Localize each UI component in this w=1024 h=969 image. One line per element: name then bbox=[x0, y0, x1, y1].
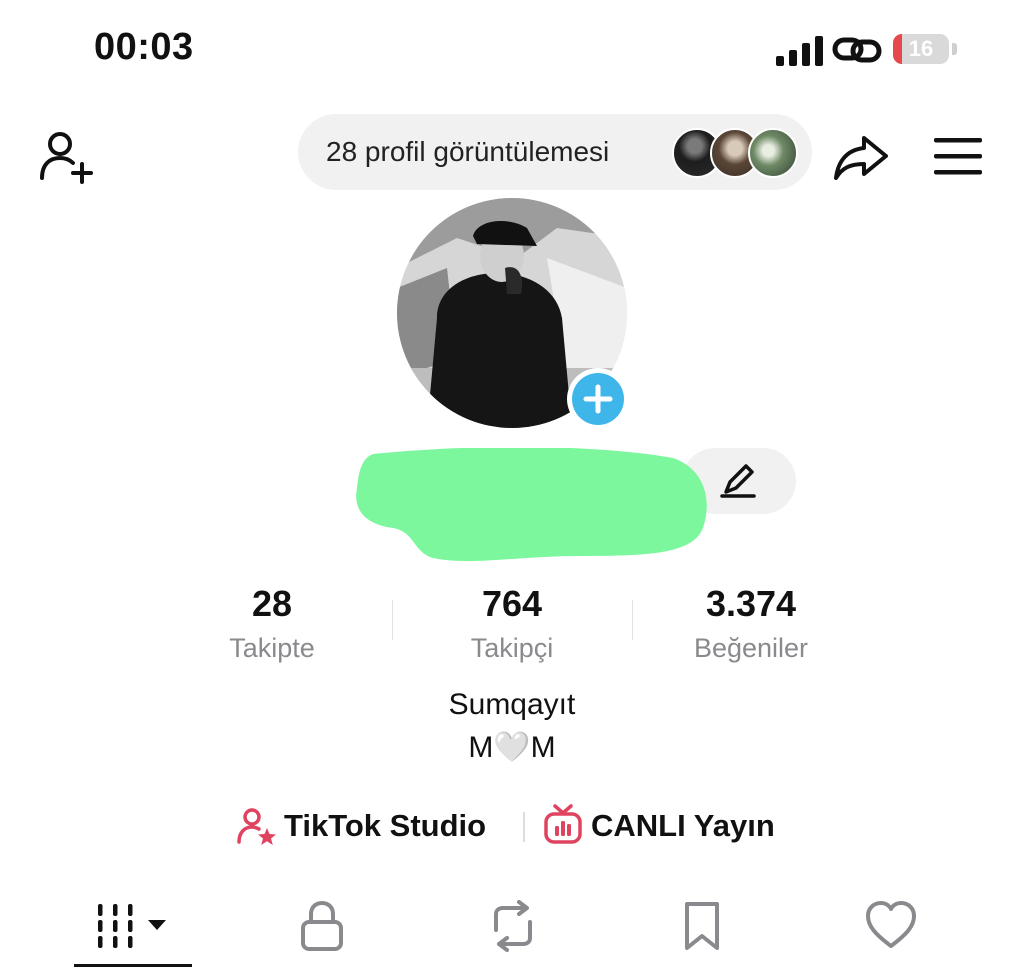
status-time: 00:03 bbox=[94, 26, 194, 68]
stat-followers[interactable]: 764 Takipçi bbox=[402, 584, 622, 668]
followers-count: 764 bbox=[481, 583, 543, 624]
profile-views-button[interactable]: 28 profil görüntülemesi bbox=[298, 114, 812, 190]
username-redaction bbox=[356, 448, 707, 562]
add-photo-circle bbox=[572, 373, 624, 425]
following-count: 28 bbox=[251, 583, 293, 624]
tab-liked-heart-icon[interactable] bbox=[865, 900, 917, 952]
battery-cap bbox=[952, 43, 957, 55]
plus-icon bbox=[583, 384, 613, 414]
personal-hotspot-icon bbox=[832, 37, 882, 63]
menu-icon[interactable] bbox=[934, 136, 982, 176]
likes-label: Beğeniler bbox=[693, 633, 809, 663]
followers-label: Takipçi bbox=[470, 633, 554, 663]
viewer-avatar bbox=[748, 128, 798, 178]
cellular-signal-icon bbox=[776, 36, 823, 66]
live-tv-icon bbox=[544, 804, 582, 844]
bio-line-1: Sumqayıt bbox=[448, 688, 576, 721]
tab-videos-grid-icon[interactable] bbox=[96, 900, 172, 952]
stats-divider bbox=[392, 600, 393, 640]
add-photo-button[interactable] bbox=[567, 368, 629, 430]
tab-favorites-bookmark-icon[interactable] bbox=[682, 900, 722, 952]
stat-likes[interactable]: 3.374 Beğeniler bbox=[641, 584, 861, 668]
add-friend-icon[interactable] bbox=[36, 128, 96, 188]
live-label: CANLI Yayın bbox=[591, 808, 775, 843]
tiktok-studio-link[interactable]: TikTok Studio bbox=[236, 804, 486, 848]
tab-reposts-icon[interactable] bbox=[486, 900, 540, 952]
active-tab-underline bbox=[74, 964, 192, 967]
studio-icon bbox=[237, 808, 276, 845]
tab-private-lock-icon[interactable] bbox=[298, 900, 346, 952]
battery-percent: 16 bbox=[908, 36, 934, 61]
stat-following[interactable]: 28 Takipte bbox=[162, 584, 382, 668]
bio-line-2: M🤍M bbox=[468, 731, 556, 764]
stats-divider bbox=[632, 600, 633, 640]
following-label: Takipte bbox=[229, 633, 315, 663]
profile-views-label: 28 profil görüntülemesi bbox=[326, 136, 610, 167]
links-divider bbox=[523, 812, 525, 842]
battery-indicator: 16 bbox=[893, 34, 949, 64]
likes-count: 3.374 bbox=[705, 583, 797, 624]
live-link[interactable]: CANLI Yayın bbox=[543, 804, 775, 848]
studio-label: TikTok Studio bbox=[284, 808, 487, 843]
share-icon[interactable] bbox=[832, 132, 890, 184]
